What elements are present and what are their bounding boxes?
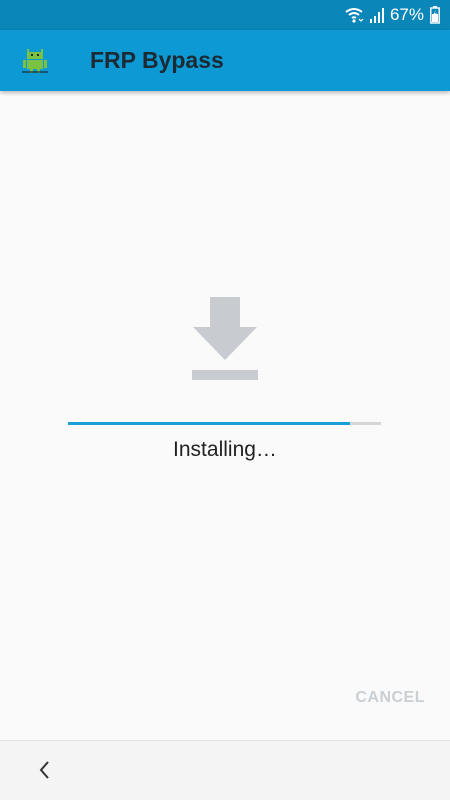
android-icon <box>22 47 48 75</box>
status-text: Installing… <box>173 438 277 461</box>
signal-icon <box>369 7 384 23</box>
status-bar: 67% <box>0 0 450 30</box>
back-icon <box>37 761 51 784</box>
battery-percent: 67% <box>389 5 424 24</box>
progress-bar <box>68 422 381 425</box>
app-title: FRP Bypass <box>90 47 224 73</box>
battery-icon <box>430 6 440 24</box>
screen: 67% FRP Bypass Installing… CANCEL <box>0 0 450 800</box>
app-bar: FRP Bypass <box>0 30 450 91</box>
nav-bar <box>0 740 450 800</box>
wifi-icon <box>344 7 364 23</box>
back-button[interactable] <box>30 759 58 783</box>
progress-fill <box>68 422 350 425</box>
download-icon <box>190 297 260 381</box>
cancel-button[interactable]: CANCEL <box>355 689 425 707</box>
